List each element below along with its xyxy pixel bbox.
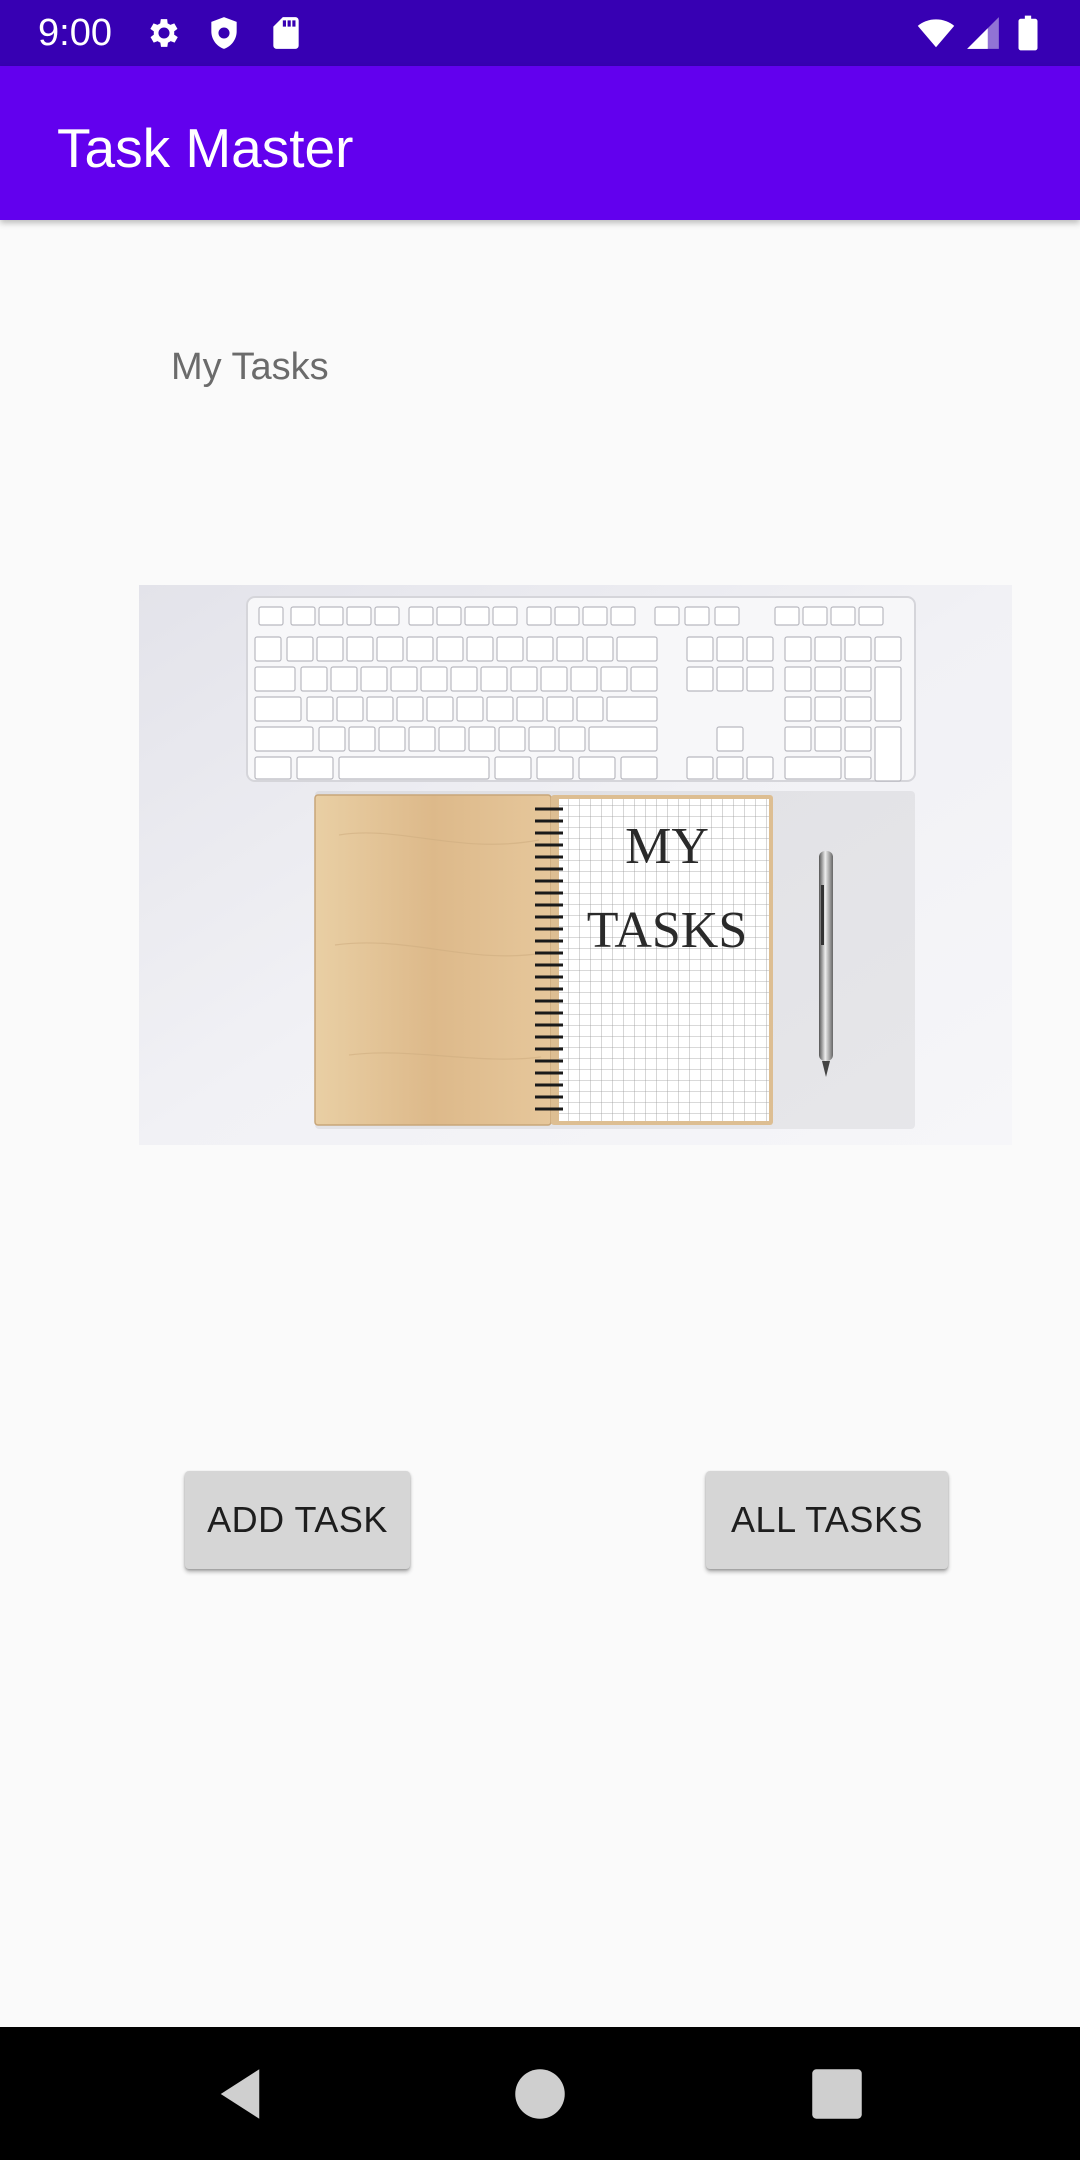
keyboard-graphic <box>246 596 916 782</box>
notebook-line-1: MY <box>625 818 709 875</box>
all-tasks-button[interactable]: ALL TASKS <box>706 1471 948 1569</box>
wifi-icon <box>914 14 958 52</box>
pen-graphic <box>819 851 833 1077</box>
shield-icon <box>205 14 243 52</box>
app-bar: Task Master <box>0 66 1080 220</box>
status-bar: 9:00 <box>0 0 1080 66</box>
notebook-line-2: TASKS <box>587 902 748 959</box>
tasks-illustration-image: MY TASKS <box>139 585 1012 1145</box>
add-task-button[interactable]: ADD TASK <box>185 1471 410 1569</box>
screen: 9:00 Task Master My Tasks MY TASKS ADD T… <box>0 0 1080 2160</box>
home-icon[interactable] <box>507 2061 573 2127</box>
cell-signal-icon <box>964 14 1002 52</box>
my-tasks-heading: My Tasks <box>171 346 329 388</box>
sd-card-icon <box>267 14 305 52</box>
recents-icon[interactable] <box>804 2061 870 2127</box>
nav-bar <box>0 2027 1080 2160</box>
status-time: 9:00 <box>38 12 112 54</box>
back-icon[interactable] <box>207 2061 273 2127</box>
gear-icon <box>145 14 183 52</box>
battery-icon <box>1012 14 1044 52</box>
app-title: Task Master <box>57 117 354 179</box>
